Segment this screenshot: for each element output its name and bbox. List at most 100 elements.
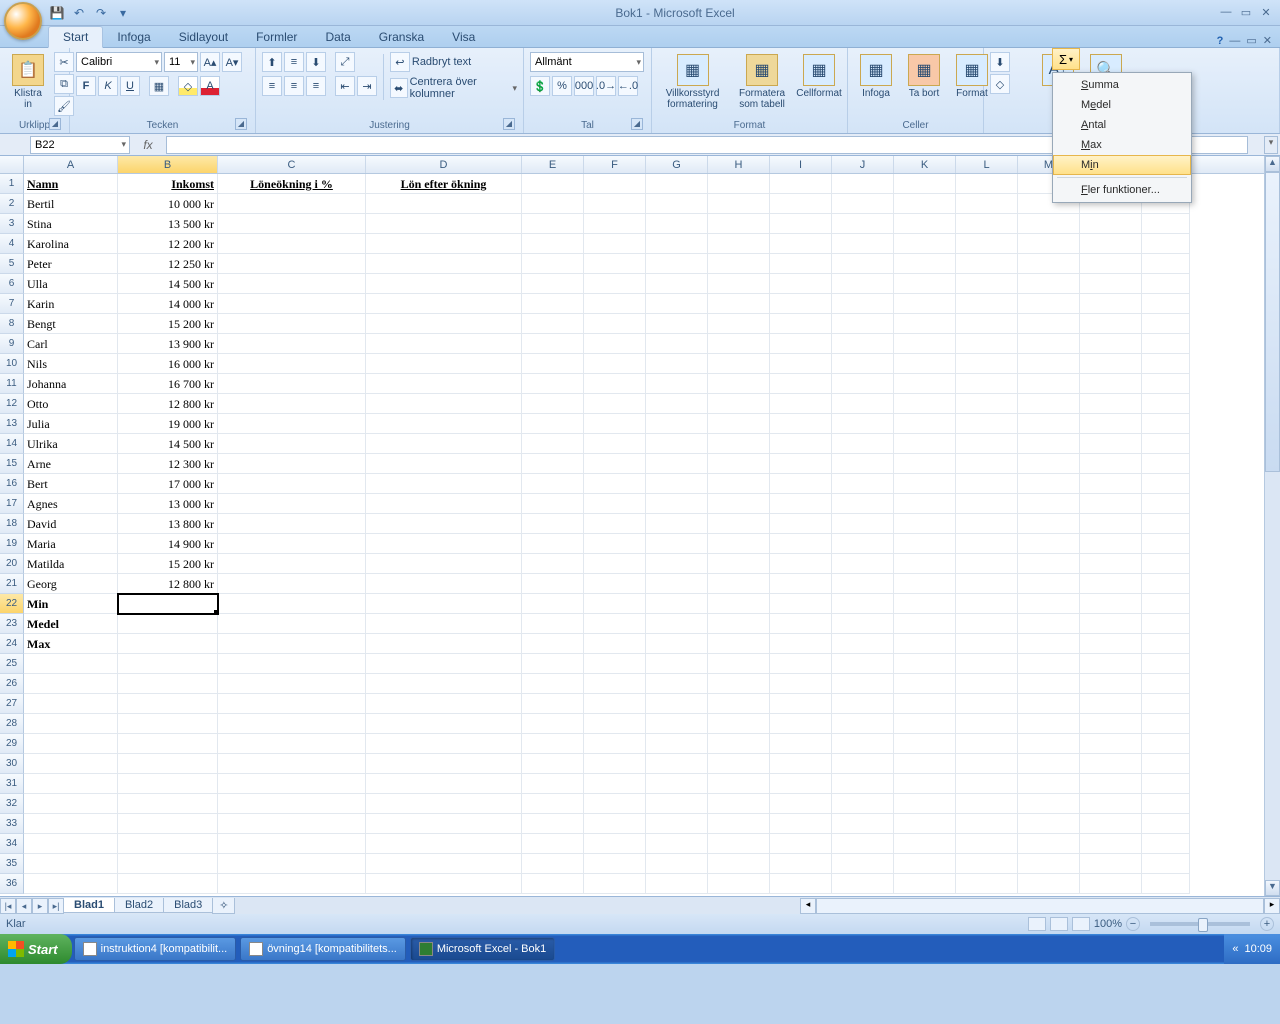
cell-B32[interactable] xyxy=(118,794,218,814)
cell-D9[interactable] xyxy=(366,334,522,354)
cell-H2[interactable] xyxy=(708,194,770,214)
cell-L18[interactable] xyxy=(956,514,1018,534)
cell-K34[interactable] xyxy=(894,834,956,854)
cell-H19[interactable] xyxy=(708,534,770,554)
cell-A2[interactable]: Bertil xyxy=(24,194,118,214)
cell-M10[interactable] xyxy=(1018,354,1080,374)
cell-J36[interactable] xyxy=(832,874,894,894)
cell-H9[interactable] xyxy=(708,334,770,354)
row-head-34[interactable]: 34 xyxy=(0,834,24,854)
cell-J30[interactable] xyxy=(832,754,894,774)
cell-I19[interactable] xyxy=(770,534,832,554)
cell-J19[interactable] xyxy=(832,534,894,554)
cell-F2[interactable] xyxy=(584,194,646,214)
cell-J31[interactable] xyxy=(832,774,894,794)
cell-D30[interactable] xyxy=(366,754,522,774)
bold-icon[interactable]: F xyxy=(76,76,96,96)
cell-F20[interactable] xyxy=(584,554,646,574)
cell-B33[interactable] xyxy=(118,814,218,834)
cell-O4[interactable] xyxy=(1142,234,1190,254)
sheet-nav-first-icon[interactable]: |◂ xyxy=(0,898,16,914)
cell-K29[interactable] xyxy=(894,734,956,754)
cell-E27[interactable] xyxy=(522,694,584,714)
cell-O5[interactable] xyxy=(1142,254,1190,274)
cell-M4[interactable] xyxy=(1018,234,1080,254)
cell-O27[interactable] xyxy=(1142,694,1190,714)
row-head-36[interactable]: 36 xyxy=(0,874,24,894)
cell-H3[interactable] xyxy=(708,214,770,234)
cell-M7[interactable] xyxy=(1018,294,1080,314)
cell-C32[interactable] xyxy=(218,794,366,814)
cell-B9[interactable]: 13 900 kr xyxy=(118,334,218,354)
cell-E15[interactable] xyxy=(522,454,584,474)
cell-L36[interactable] xyxy=(956,874,1018,894)
cell-K16[interactable] xyxy=(894,474,956,494)
cell-N7[interactable] xyxy=(1080,294,1142,314)
cell-C17[interactable] xyxy=(218,494,366,514)
cell-O6[interactable] xyxy=(1142,274,1190,294)
cell-E11[interactable] xyxy=(522,374,584,394)
cell-D31[interactable] xyxy=(366,774,522,794)
cell-A23[interactable]: Medel xyxy=(24,614,118,634)
cell-C9[interactable] xyxy=(218,334,366,354)
cell-G10[interactable] xyxy=(646,354,708,374)
cell-B34[interactable] xyxy=(118,834,218,854)
cell-J33[interactable] xyxy=(832,814,894,834)
zoom-in-icon[interactable]: + xyxy=(1260,917,1274,931)
cell-D19[interactable] xyxy=(366,534,522,554)
cell-O24[interactable] xyxy=(1142,634,1190,654)
cell-D18[interactable] xyxy=(366,514,522,534)
cell-G11[interactable] xyxy=(646,374,708,394)
close-icon[interactable]: ✕ xyxy=(1258,6,1274,20)
cell-F32[interactable] xyxy=(584,794,646,814)
format-as-table-button[interactable]: ▦Formatera som tabell xyxy=(731,52,793,112)
row-head-16[interactable]: 16 xyxy=(0,474,24,494)
cell-I13[interactable] xyxy=(770,414,832,434)
cell-M15[interactable] xyxy=(1018,454,1080,474)
cell-M13[interactable] xyxy=(1018,414,1080,434)
cell-O3[interactable] xyxy=(1142,214,1190,234)
cell-H29[interactable] xyxy=(708,734,770,754)
cell-A30[interactable] xyxy=(24,754,118,774)
delete-cells-button[interactable]: ▦Ta bort xyxy=(902,52,946,101)
cell-N36[interactable] xyxy=(1080,874,1142,894)
cell-I4[interactable] xyxy=(770,234,832,254)
cell-E13[interactable] xyxy=(522,414,584,434)
cell-J25[interactable] xyxy=(832,654,894,674)
cell-K23[interactable] xyxy=(894,614,956,634)
col-H[interactable]: H xyxy=(708,156,770,173)
zoom-out-icon[interactable]: − xyxy=(1126,917,1140,931)
cell-N20[interactable] xyxy=(1080,554,1142,574)
cell-H25[interactable] xyxy=(708,654,770,674)
row-head-17[interactable]: 17 xyxy=(0,494,24,514)
cell-I6[interactable] xyxy=(770,274,832,294)
cell-B17[interactable]: 13 000 kr xyxy=(118,494,218,514)
cell-E10[interactable] xyxy=(522,354,584,374)
col-E[interactable]: E xyxy=(522,156,584,173)
cell-H18[interactable] xyxy=(708,514,770,534)
cell-G6[interactable] xyxy=(646,274,708,294)
borders-icon[interactable]: ▦ xyxy=(149,76,169,96)
cell-A15[interactable]: Arne xyxy=(24,454,118,474)
cell-F1[interactable] xyxy=(584,174,646,194)
cell-B24[interactable] xyxy=(118,634,218,654)
cell-I14[interactable] xyxy=(770,434,832,454)
cell-M3[interactable] xyxy=(1018,214,1080,234)
cell-C28[interactable] xyxy=(218,714,366,734)
autosum-summa[interactable]: Summa xyxy=(1053,75,1191,95)
sheet-nav-last-icon[interactable]: ▸| xyxy=(48,898,64,914)
cell-M24[interactable] xyxy=(1018,634,1080,654)
cell-F11[interactable] xyxy=(584,374,646,394)
cell-A11[interactable]: Johanna xyxy=(24,374,118,394)
cell-E20[interactable] xyxy=(522,554,584,574)
cell-C18[interactable] xyxy=(218,514,366,534)
align-center-icon[interactable]: ≡ xyxy=(284,76,304,96)
cell-B27[interactable] xyxy=(118,694,218,714)
autosum-button[interactable]: Σ xyxy=(1052,48,1080,70)
merge-center-button[interactable]: ⬌ Centrera över kolumner ▾ xyxy=(390,76,517,100)
cell-I10[interactable] xyxy=(770,354,832,374)
cell-A22[interactable]: Min xyxy=(24,594,118,614)
cell-K15[interactable] xyxy=(894,454,956,474)
cell-K33[interactable] xyxy=(894,814,956,834)
cell-O23[interactable] xyxy=(1142,614,1190,634)
